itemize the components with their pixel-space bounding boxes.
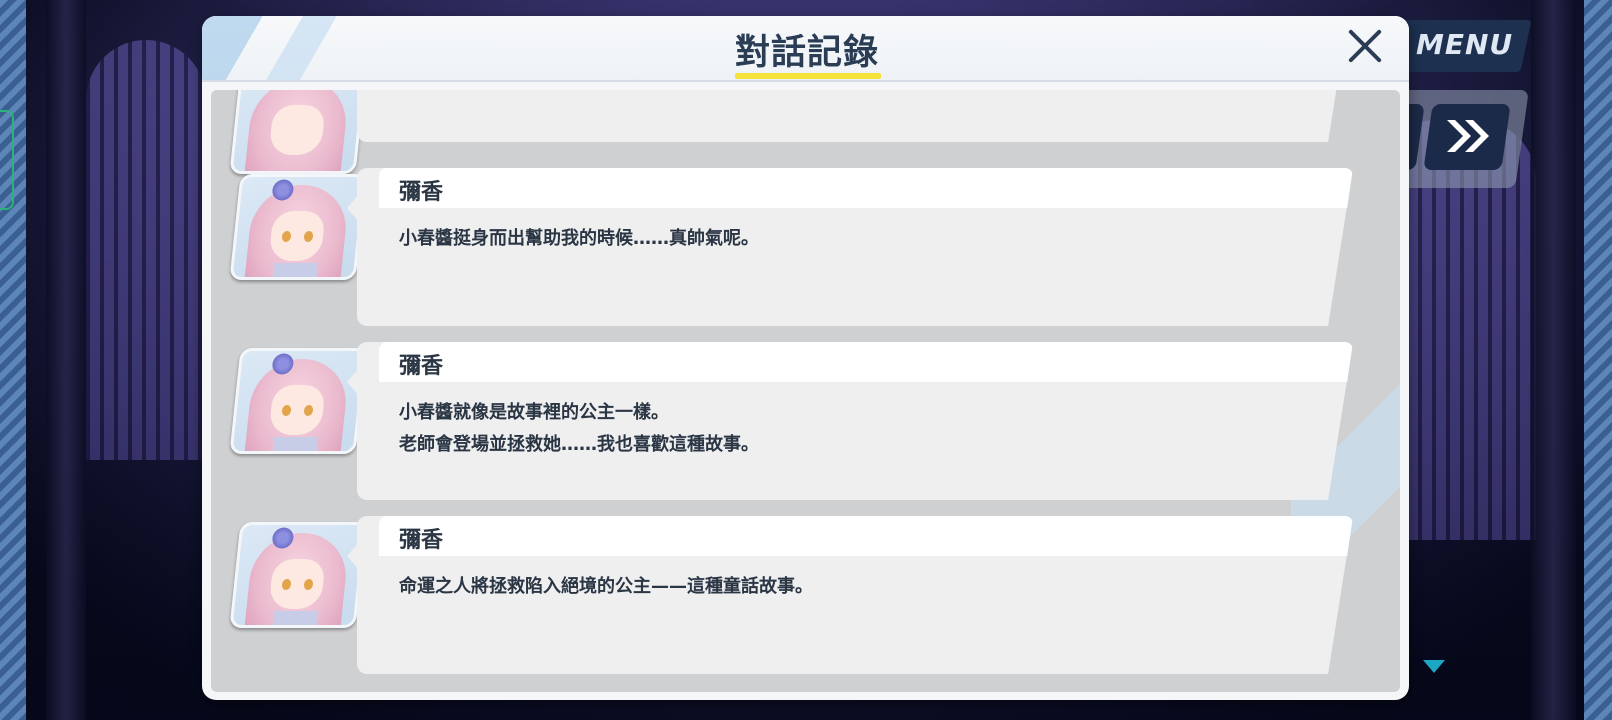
triangle-down-icon[interactable] — [1423, 660, 1445, 673]
character-portrait — [229, 90, 367, 174]
speech-bubble — [357, 90, 1353, 142]
speech-bubble: 彌香 命運之人將拯救陷入絕境的公主——這種童話故事。 — [347, 516, 1353, 674]
speech-bubble: 彌香 小春醬就像是故事裡的公主一樣。 老師會登場並拯救她……我也喜歡這種故事。 — [347, 342, 1353, 500]
log-entry: 彌香 小春醬挺身而出幫助我的時候……真帥氣呢。 — [211, 168, 1400, 326]
log-entry: 彌香 小春醬就像是故事裡的公主一樣。 老師會登場並拯救她……我也喜歡這種故事。 — [211, 342, 1400, 500]
title-underline — [735, 73, 881, 79]
right-border-stripe — [1584, 0, 1612, 720]
speaker-name: 彌香 — [399, 528, 444, 553]
header-decoration — [202, 16, 502, 80]
character-portrait — [229, 348, 367, 454]
log-entry — [211, 90, 1400, 174]
character-portrait — [229, 174, 367, 280]
close-icon[interactable] — [1345, 26, 1385, 66]
dialogue-line: 命運之人將拯救陷入絕境的公主——這種童話故事。 — [399, 576, 813, 597]
speaker-name: 彌香 — [399, 180, 444, 205]
stained-glass-window — [86, 40, 206, 460]
left-border-stripe — [0, 0, 26, 720]
dialogue-line: 小春醬挺身而出幫助我的時候……真帥氣呢。 — [399, 228, 759, 249]
speaker-name: 彌香 — [399, 354, 444, 379]
dialogue-line: 小春醬就像是故事裡的公主一樣。 — [399, 402, 669, 423]
dialog-header: 對話記錄 — [202, 16, 1409, 82]
log-scroll-area[interactable]: 彌香 小春醬挺身而出幫助我的時候……真帥氣呢。 彌香 小春醬就像是故事裡的公主一… — [211, 90, 1400, 692]
pillar — [1531, 0, 1576, 720]
speech-bubble: 彌香 小春醬挺身而出幫助我的時候……真帥氣呢。 — [347, 168, 1353, 326]
pillar — [46, 0, 86, 720]
dialogue-line: 老師會登場並拯救她……我也喜歡這種故事。 — [399, 434, 759, 455]
log-entry: 彌香 命運之人將拯救陷入絕境的公主——這種童話故事。 — [211, 516, 1400, 674]
double-chevron-right-icon — [1447, 120, 1489, 152]
dialogue-log-dialog: 對話記錄 彌香 小春醬挺身而出幫助我的時候……真帥氣呢。 彌香 小春醬就像是故事… — [202, 16, 1409, 700]
dialog-title: 對話記錄 — [735, 33, 880, 73]
character-portrait — [229, 522, 367, 628]
side-tab[interactable] — [0, 110, 14, 210]
menu-label[interactable]: MENU — [1416, 28, 1513, 61]
